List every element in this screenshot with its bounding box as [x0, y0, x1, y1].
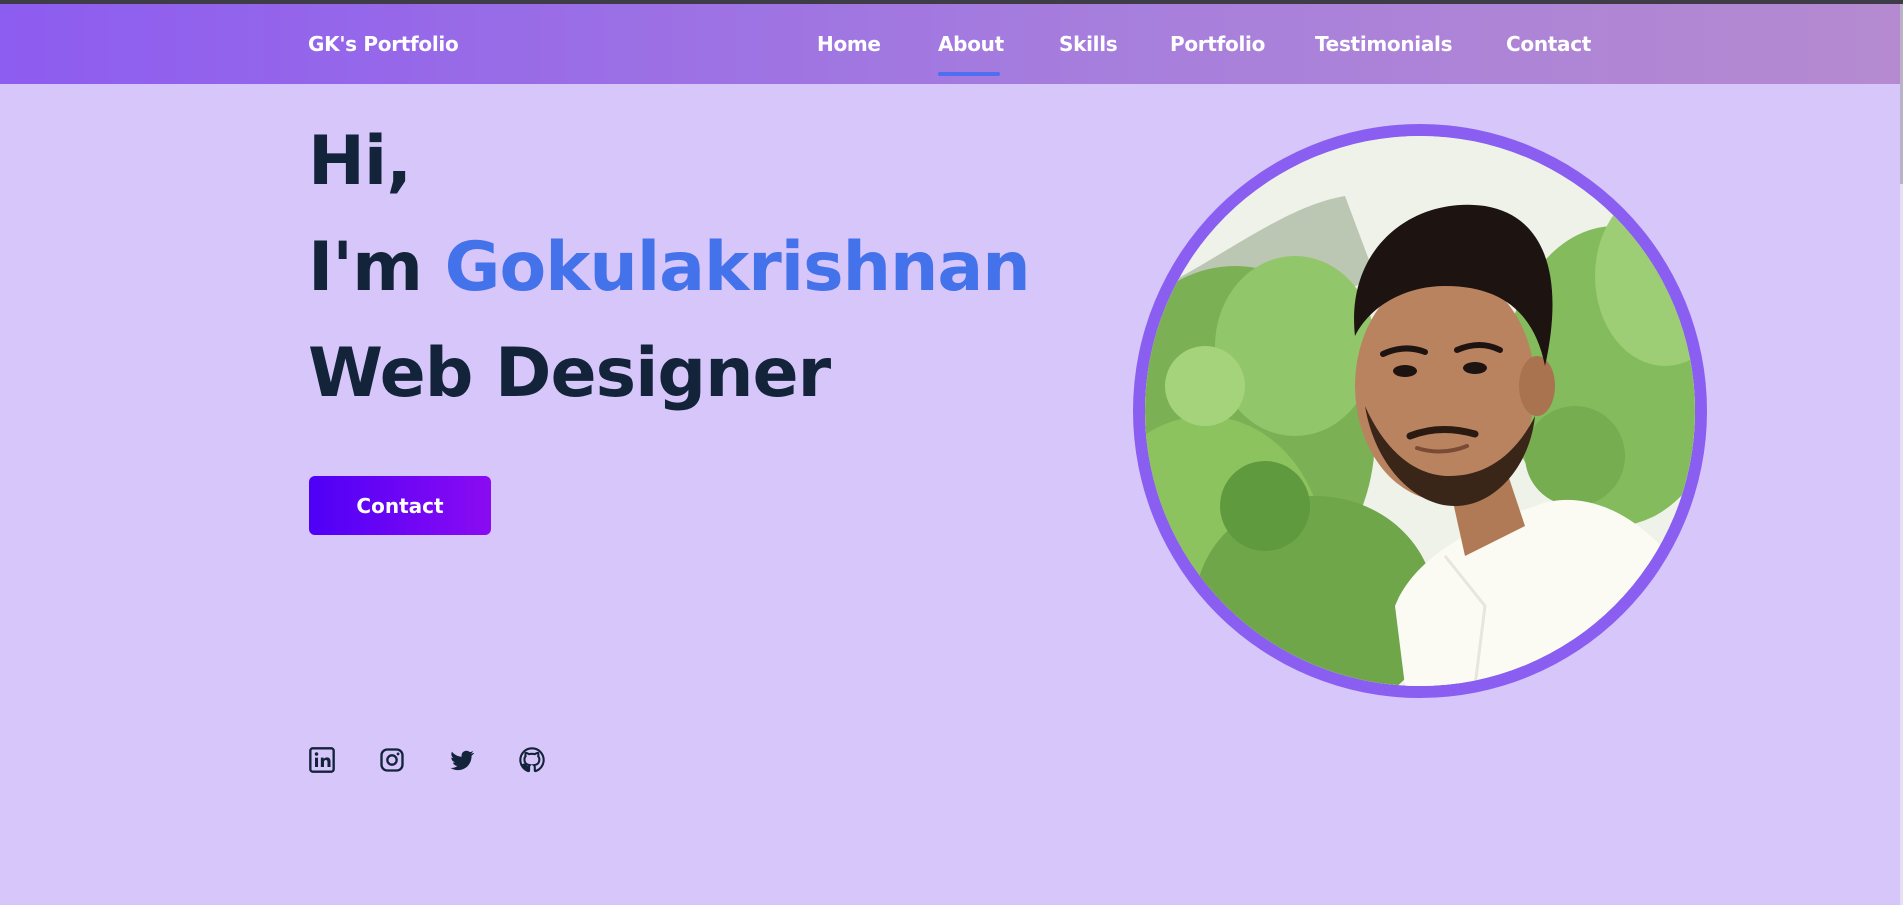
github-icon[interactable] [518, 746, 546, 774]
nav-item-home[interactable]: Home [817, 32, 881, 56]
nav-item-skills[interactable]: Skills [1059, 32, 1118, 56]
profile-photo-illustration [1145, 136, 1695, 686]
hero-intro-prefix: I'm [308, 228, 423, 307]
hero-intro: I'm Gokulakrishnan [308, 234, 1031, 302]
twitter-icon[interactable] [448, 746, 476, 774]
profile-photo [1145, 136, 1695, 686]
nav-item-testimonials[interactable]: Testimonials [1315, 32, 1453, 56]
linkedin-icon[interactable] [308, 746, 336, 774]
hero-role: Web Designer [308, 334, 831, 413]
active-nav-indicator [938, 72, 1000, 76]
nav-item-portfolio[interactable]: Portfolio [1170, 32, 1265, 56]
site-header: GK's Portfolio Home About Skills Portfol… [0, 4, 1900, 84]
contact-button[interactable]: Contact [309, 476, 491, 535]
nav-item-about[interactable]: About [938, 32, 1004, 56]
hero-greeting: Hi, [308, 122, 412, 201]
profile-photo-frame [1133, 124, 1707, 698]
nav-item-contact[interactable]: Contact [1506, 32, 1591, 56]
brand-logo-text[interactable]: GK's Portfolio [308, 32, 459, 56]
instagram-icon[interactable] [378, 746, 406, 774]
hero-name: Gokulakrishnan [444, 228, 1031, 307]
